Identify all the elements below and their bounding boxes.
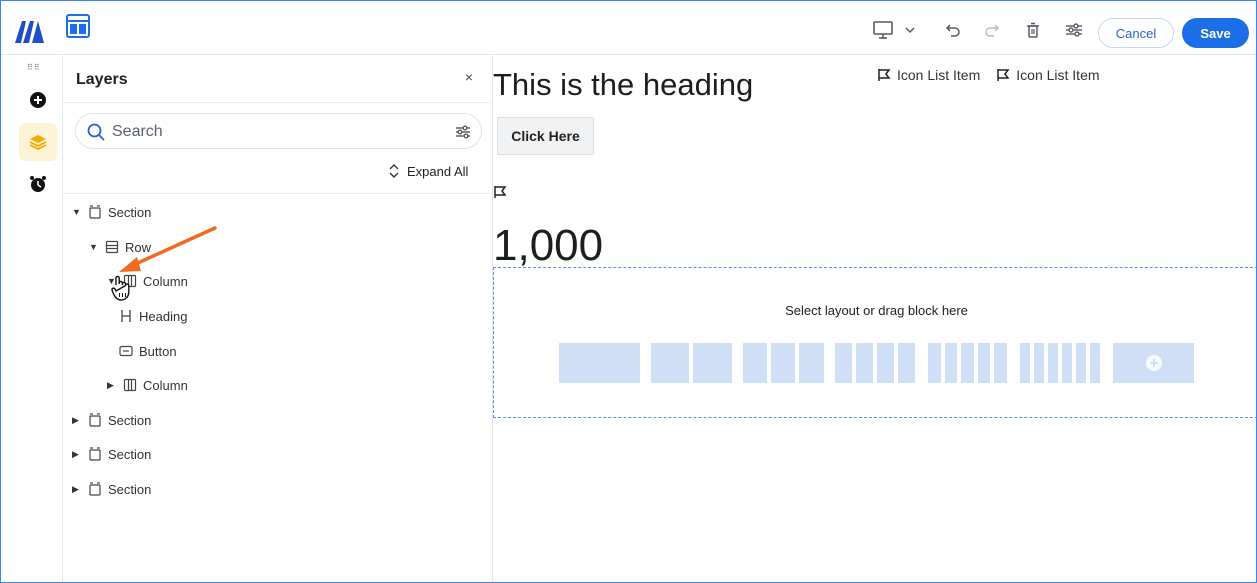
counter-value[interactable]: 1,000 — [493, 221, 603, 271]
tree-item-section[interactable]: ▶ Section — [72, 443, 151, 465]
tree-item-section[interactable]: ▶ Section — [72, 409, 151, 431]
tree-item-heading[interactable]: Heading — [117, 305, 187, 327]
top-toolbar: Cancel Save — [1, 1, 1256, 55]
tree-item-button[interactable]: Button — [117, 340, 177, 362]
caret-down-icon[interactable]: ▼ — [89, 242, 103, 252]
layers-icon — [29, 135, 47, 151]
search-box — [75, 113, 482, 149]
tree-item-row[interactable]: ▼ Row — [89, 236, 151, 258]
icon-list[interactable]: Icon List Item Icon List Item — [877, 67, 1100, 83]
tree-item-label: Row — [125, 239, 152, 255]
flag-icon — [997, 69, 1010, 81]
redo-icon[interactable] — [982, 19, 1002, 41]
search-input[interactable] — [112, 120, 442, 144]
layout-option-1-column[interactable] — [559, 343, 640, 383]
tree-item-label: Column — [143, 377, 188, 393]
caret-right-icon[interactable]: ▶ — [72, 449, 86, 460]
trash-icon[interactable] — [1023, 19, 1043, 41]
panel-title: Layers — [76, 71, 128, 88]
left-rail: ⠿⠿ — [1, 55, 63, 582]
tree-item-label: Section — [108, 204, 152, 220]
layout-option-3-columns[interactable] — [743, 343, 824, 383]
tree-item-column[interactable]: ▶ Column — [107, 374, 188, 396]
expand-chevrons-icon — [389, 164, 399, 178]
canvas-heading[interactable]: This is the heading — [493, 67, 753, 103]
custom-layout-button[interactable] — [1113, 343, 1194, 383]
editor-canvas: This is the heading Icon List Item Icon … — [493, 55, 1256, 582]
icon-list-item[interactable]: Icon List Item — [996, 67, 1100, 83]
expand-all-button[interactable]: Expand All — [389, 161, 468, 181]
search-icon — [87, 123, 105, 141]
click-here-button[interactable]: Click Here — [497, 117, 594, 155]
plus-circle-icon — [1145, 355, 1162, 371]
history-button[interactable] — [19, 165, 57, 203]
section-icon — [86, 481, 104, 497]
tree-item-section[interactable]: ▼ Section — [72, 201, 151, 223]
layout-option-4-columns[interactable] — [835, 343, 915, 383]
tree-item-label: Section — [108, 412, 152, 428]
editor-window: Cancel Save ⠿⠿ Layers × Expand All — [0, 0, 1257, 583]
column-icon — [121, 273, 139, 289]
save-button[interactable]: Save — [1182, 18, 1249, 48]
section-icon — [86, 204, 104, 220]
section-icon — [86, 412, 104, 428]
chevron-down-icon[interactable] — [903, 19, 917, 41]
device-desktop-icon[interactable] — [871, 19, 895, 41]
layout-panel-icon[interactable] — [65, 13, 91, 39]
layers-button[interactable] — [19, 123, 57, 161]
filter-icon[interactable] — [454, 123, 472, 141]
expand-all-label: Expand All — [407, 163, 469, 179]
flag-icon — [878, 69, 891, 81]
button-icon — [117, 343, 135, 359]
tree-item-section[interactable]: ▶ Section — [72, 478, 151, 500]
alarm-clock-icon — [30, 176, 46, 192]
icon-list-item[interactable]: Icon List Item — [877, 67, 980, 83]
tree-item-column[interactable]: ▼ Column — [107, 270, 188, 292]
tree-item-label: Heading — [139, 308, 188, 324]
row-icon — [103, 239, 121, 255]
undo-icon[interactable] — [943, 19, 963, 41]
caret-down-icon[interactable]: ▼ — [72, 207, 86, 217]
settings-sliders-icon[interactable] — [1063, 19, 1085, 41]
dropzone-label: Select layout or drag block here — [785, 303, 968, 318]
section-icon — [86, 446, 104, 462]
tree-item-label: Button — [139, 343, 177, 359]
layout-option-2-columns[interactable] — [651, 343, 732, 383]
tree-item-label: Column — [143, 273, 188, 289]
brand-logo — [15, 21, 44, 43]
layout-dropzone[interactable]: Select layout or drag block here — [493, 267, 1256, 418]
caret-right-icon[interactable]: ▶ — [107, 380, 121, 391]
tree-item-label: Section — [108, 446, 152, 462]
layout-option-5-columns[interactable] — [928, 343, 1007, 383]
layout-option-6-columns[interactable] — [1020, 343, 1100, 383]
caret-right-icon[interactable]: ▶ — [72, 415, 86, 426]
caret-right-icon[interactable]: ▶ — [72, 484, 86, 495]
add-element-button[interactable] — [19, 81, 57, 119]
flag-icon[interactable] — [493, 185, 507, 199]
icon-list-label: Icon List Item — [897, 67, 981, 83]
tree-item-label: Section — [108, 481, 152, 497]
icon-list-label: Icon List Item — [1016, 67, 1100, 83]
plus-circle-icon — [30, 92, 46, 108]
heading-icon — [117, 308, 135, 324]
cancel-button[interactable]: Cancel — [1098, 18, 1174, 48]
divider — [63, 193, 493, 194]
caret-down-icon[interactable]: ▼ — [107, 276, 121, 286]
layers-panel: Layers × Expand All ▼ Section ▼ Row ▼ Co — [63, 55, 493, 582]
layers-panel-header: Layers × — [63, 55, 493, 103]
close-icon[interactable]: × — [461, 69, 477, 87]
column-icon — [121, 377, 139, 393]
drag-handle-icon[interactable]: ⠿⠿ — [27, 63, 41, 72]
